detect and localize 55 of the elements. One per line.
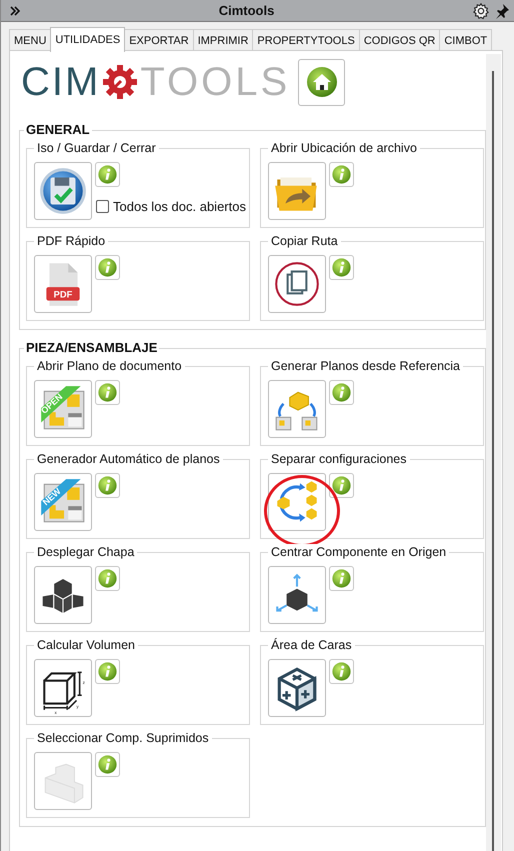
pin-icon[interactable]	[494, 2, 510, 18]
info-icon	[96, 753, 119, 776]
scrollbar-thumb[interactable]	[492, 71, 494, 851]
info-button[interactable]	[95, 255, 120, 280]
logo-text: TOOLS	[140, 62, 290, 102]
tab[interactable]: CIMBOT	[439, 29, 492, 51]
info-button[interactable]	[95, 566, 120, 591]
info-icon	[96, 567, 119, 590]
tool-label: Generador Automático de planos	[34, 451, 223, 467]
tool-button[interactable]	[34, 162, 92, 220]
info-button[interactable]	[329, 566, 354, 591]
info-button[interactable]	[329, 473, 354, 498]
home-button[interactable]	[298, 58, 346, 106]
info-icon	[330, 474, 353, 497]
info-button[interactable]	[329, 380, 354, 405]
info-button[interactable]	[95, 380, 120, 405]
info-button[interactable]	[329, 659, 354, 684]
checkbox-label[interactable]: Todos los doc. abiertos	[96, 196, 246, 216]
info-icon	[96, 381, 119, 404]
info-icon	[330, 163, 353, 186]
tool-button[interactable]	[268, 255, 326, 313]
tool-label: Separar configuraciones	[268, 451, 410, 467]
tool-label: Centrar Componente en Origen	[268, 544, 450, 560]
window-title: Cimtools	[218, 2, 274, 18]
info-icon	[330, 660, 353, 683]
checkbox[interactable]	[96, 200, 109, 213]
info-icon	[96, 474, 119, 497]
tool-button[interactable]	[268, 566, 326, 624]
save-icon	[37, 165, 89, 217]
tab[interactable]: UTILIDADES	[50, 27, 126, 52]
scrollbar[interactable]	[486, 54, 501, 851]
settings-icon[interactable]	[472, 2, 490, 20]
info-icon	[330, 381, 353, 404]
info-button[interactable]	[95, 162, 120, 187]
tool-label: Copiar Ruta	[268, 233, 341, 249]
info-icon	[330, 567, 353, 590]
info-icon	[96, 163, 119, 186]
info-button[interactable]	[329, 255, 354, 280]
info-icon	[96, 256, 119, 279]
tool-label: Seleccionar Comp. Suprimidos	[34, 730, 212, 746]
double-chevron-icon[interactable]	[9, 4, 21, 16]
tool-button[interactable]	[268, 473, 326, 531]
tool-button[interactable]	[34, 566, 92, 624]
tool-label: Desplegar Chapa	[34, 544, 138, 560]
info-icon	[330, 256, 353, 279]
info-button[interactable]	[95, 473, 120, 498]
info-button[interactable]	[329, 162, 354, 187]
tool-button[interactable]	[268, 659, 326, 717]
info-icon	[96, 660, 119, 683]
tab[interactable]: MENU	[9, 29, 52, 51]
tool-button[interactable]	[268, 162, 326, 220]
logo-text: CIM	[21, 62, 100, 102]
info-button[interactable]	[95, 659, 120, 684]
info-button[interactable]	[95, 752, 120, 777]
tool-label: PDF Rápido	[34, 233, 108, 249]
